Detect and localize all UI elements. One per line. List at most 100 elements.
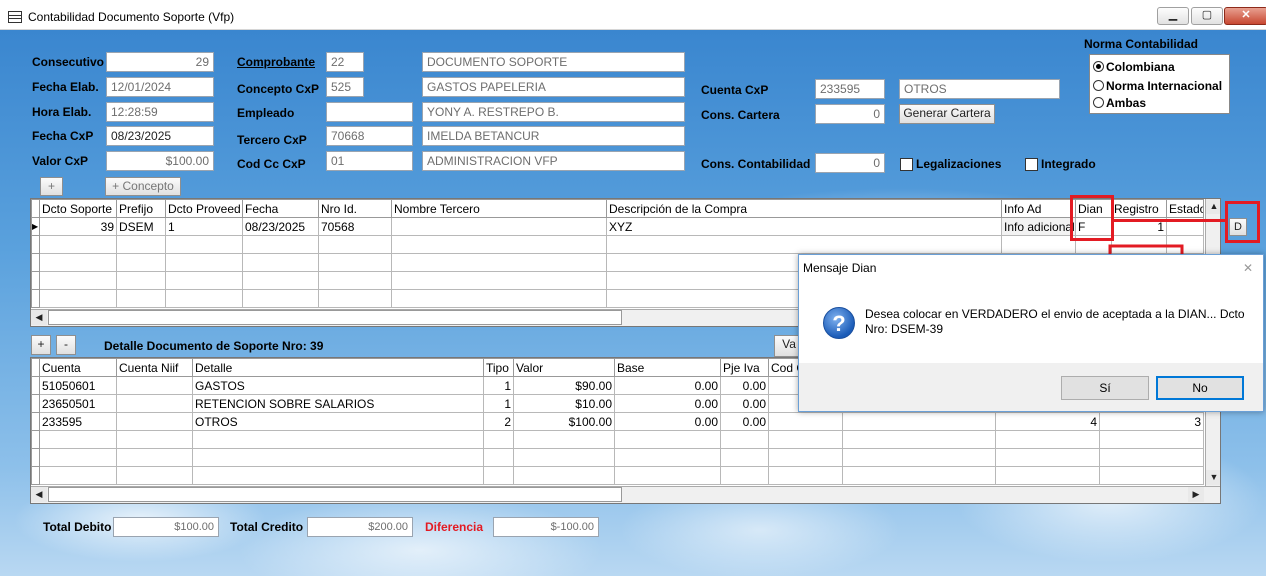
col-estado[interactable]: Estado <box>1166 199 1204 218</box>
radio-colombiana[interactable] <box>1093 61 1104 72</box>
cell-extra-1[interactable] <box>842 412 996 431</box>
cell-extra-3[interactable]: 3 <box>1099 412 1204 431</box>
add-row-button[interactable]: + <box>40 177 63 196</box>
cell-cuenta[interactable]: 23650501 <box>39 394 117 413</box>
cod-cc-code-field[interactable]: 01 <box>326 151 413 171</box>
scroll-right-arrow[interactable]: ▶ <box>1188 487 1204 502</box>
cell-cuenta-niif[interactable] <box>116 412 193 431</box>
scroll-left-arrow[interactable]: ◀ <box>31 310 47 325</box>
cell-tipo[interactable]: 1 <box>483 376 514 395</box>
col-registro[interactable]: Registro <box>1111 199 1167 218</box>
col-nro-id[interactable]: Nro Id. <box>318 199 392 218</box>
col-valor[interactable]: Valor <box>513 358 615 377</box>
scroll-thumb[interactable] <box>48 310 622 325</box>
cell-pje-iva[interactable]: 0.00 <box>720 376 769 395</box>
cell-tipo[interactable]: 2 <box>483 412 514 431</box>
radio-ambas[interactable] <box>1093 97 1104 108</box>
table-row[interactable]: ▶ 39 DSEM 1 08/23/2025 70568 XYZ Info ad… <box>31 217 1204 236</box>
tercero-name-field[interactable]: IMELDA BETANCUR <box>422 126 685 146</box>
empleado-name-field[interactable]: YONY A. RESTREPO B. <box>422 102 685 122</box>
col-fecha[interactable]: Fecha <box>242 199 319 218</box>
consecutivo-field[interactable]: 29 <box>106 52 214 72</box>
fecha-cxp-field[interactable]: 08/23/2025 <box>106 126 214 146</box>
col-detalle[interactable]: Detalle <box>192 358 484 377</box>
cell-nro-id[interactable]: 70568 <box>318 217 392 236</box>
concepto-name-field[interactable]: GASTOS PAPELERIA <box>422 77 685 97</box>
col-descripcion[interactable]: Descripción de la Compra <box>606 199 1002 218</box>
scroll-down-arrow[interactable]: ▼ <box>1206 470 1220 485</box>
col-dcto-proveed[interactable]: Dcto Proveed <box>165 199 243 218</box>
cell-tipo[interactable]: 1 <box>483 394 514 413</box>
comprobante-code-field[interactable]: 22 <box>326 52 364 72</box>
cell-prefijo[interactable]: DSEM <box>116 217 166 236</box>
dialog-close-icon[interactable]: ✕ <box>1239 259 1257 277</box>
col-tipo[interactable]: Tipo <box>483 358 514 377</box>
cell-info-ad[interactable]: Info adicional <box>1001 217 1076 236</box>
col-pje-iva[interactable]: Pje Iva <box>720 358 769 377</box>
table-row[interactable] <box>31 448 1204 467</box>
cod-cc-name-field[interactable]: ADMINISTRACION VFP <box>422 151 685 171</box>
add-concepto-button[interactable]: + Concepto <box>105 177 181 196</box>
cell-base[interactable]: 0.00 <box>614 394 721 413</box>
col-prefijo[interactable]: Prefijo <box>116 199 166 218</box>
detail-grid-hscroll[interactable]: ◀ ▶ <box>31 486 1220 503</box>
tercero-code-field[interactable]: 70668 <box>326 126 413 146</box>
dialog-no-button[interactable]: No <box>1156 376 1244 400</box>
empleado-code-field[interactable] <box>326 102 413 122</box>
col-info-ad[interactable]: Info Ad <box>1001 199 1076 218</box>
maximize-button[interactable]: ▢ <box>1191 7 1223 25</box>
table-row[interactable] <box>31 466 1204 485</box>
close-button[interactable]: ✕ <box>1224 7 1266 25</box>
integrado-checkbox[interactable] <box>1025 158 1038 171</box>
table-row[interactable] <box>31 430 1204 449</box>
table-row[interactable] <box>31 235 1204 254</box>
scroll-thumb[interactable] <box>48 487 622 502</box>
table-row[interactable]: 233595 OTROS 2 $100.00 0.00 0.00 4 3 <box>31 412 1204 431</box>
cell-cod-c[interactable] <box>768 412 843 431</box>
comprobante-label[interactable]: Comprobante <box>237 55 315 69</box>
detail-remove-button[interactable]: - <box>56 335 76 355</box>
cell-valor[interactable]: $90.00 <box>513 376 615 395</box>
cell-descripcion[interactable]: XYZ <box>606 217 1002 236</box>
cell-base[interactable]: 0.00 <box>614 376 721 395</box>
generar-cartera-button[interactable]: Generar Cartera <box>899 104 995 124</box>
hora-elab-field[interactable]: 12:28:59 <box>106 102 214 122</box>
cell-valor[interactable]: $100.00 <box>513 412 615 431</box>
cell-cuenta[interactable]: 51050601 <box>39 376 117 395</box>
col-nombre-tercero[interactable]: Nombre Tercero <box>391 199 607 218</box>
cell-fecha[interactable]: 08/23/2025 <box>242 217 319 236</box>
col-dcto-soporte[interactable]: Dcto Soporte <box>39 199 117 218</box>
cell-cuenta-niif[interactable] <box>116 376 193 395</box>
col-cuenta-niif[interactable]: Cuenta Niif <box>116 358 193 377</box>
cell-detalle[interactable]: GASTOS <box>192 376 484 395</box>
legalizaciones-checkbox[interactable] <box>900 158 913 171</box>
cons-contabilidad-field[interactable]: 0 <box>815 153 885 173</box>
cell-pje-iva[interactable]: 0.00 <box>720 412 769 431</box>
valor-cxp-field[interactable]: $100.00 <box>106 151 214 171</box>
fecha-elab-field[interactable]: 12/01/2024 <box>106 77 214 97</box>
cell-dcto-proveed[interactable]: 1 <box>165 217 243 236</box>
cuenta-cxp-name-field[interactable]: OTROS <box>899 79 1060 99</box>
cell-pje-iva[interactable]: 0.00 <box>720 394 769 413</box>
scroll-up-arrow[interactable]: ▲ <box>1206 199 1220 214</box>
cell-valor[interactable]: $10.00 <box>513 394 615 413</box>
radio-norma-internacional[interactable] <box>1093 80 1104 91</box>
concepto-code-field[interactable]: 525 <box>326 77 364 97</box>
detail-add-button[interactable]: + <box>31 335 51 355</box>
cons-cartera-field[interactable]: 0 <box>815 104 885 124</box>
dialog-yes-button[interactable]: Sí <box>1061 376 1149 400</box>
cell-base[interactable]: 0.00 <box>614 412 721 431</box>
cell-dcto-soporte[interactable]: 39 <box>39 217 117 236</box>
cell-detalle[interactable]: OTROS <box>192 412 484 431</box>
col-base[interactable]: Base <box>614 358 721 377</box>
minimize-button[interactable]: ▁ <box>1157 7 1189 25</box>
scroll-left-arrow[interactable]: ◀ <box>31 487 47 502</box>
cell-cuenta[interactable]: 233595 <box>39 412 117 431</box>
cell-extra-2[interactable]: 4 <box>995 412 1100 431</box>
col-cuenta[interactable]: Cuenta <box>39 358 117 377</box>
cell-cuenta-niif[interactable] <box>116 394 193 413</box>
comprobante-name-field[interactable]: DOCUMENTO SOPORTE <box>422 52 685 72</box>
cuenta-cxp-code-field[interactable]: 233595 <box>815 79 885 99</box>
cell-nombre-tercero[interactable] <box>391 217 607 236</box>
cell-detalle[interactable]: RETENCION SOBRE SALARIOS <box>192 394 484 413</box>
